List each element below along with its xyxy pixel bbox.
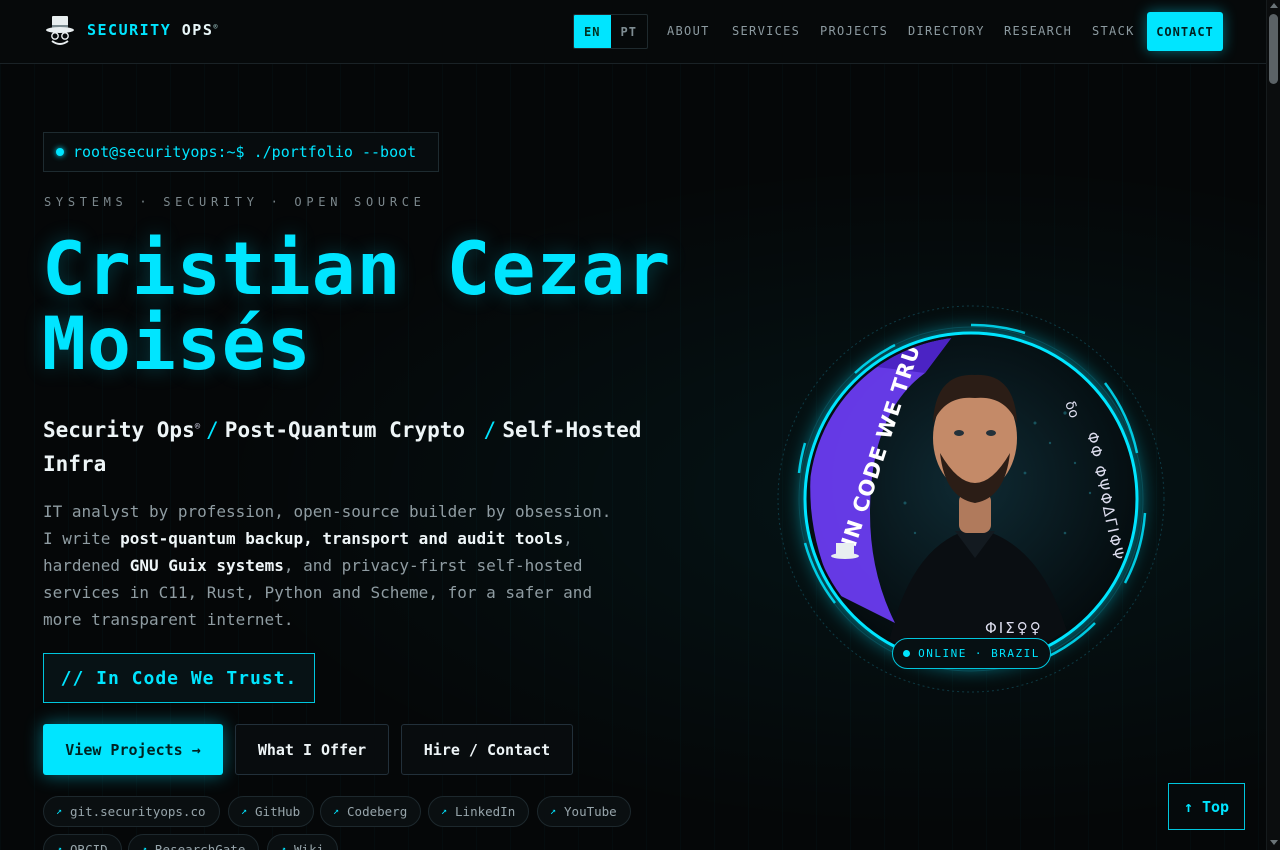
role-post-quantum: Post-Quantum Crypto <box>224 418 466 442</box>
nav-directory[interactable]: DIRECTORY <box>908 24 985 38</box>
external-link-icon: ↗ <box>141 844 148 850</box>
motto-box: // In Code We Trust. <box>43 653 315 703</box>
link-label: git.securityops.co <box>70 804 206 819</box>
external-link-icon: ↗ <box>441 806 448 817</box>
external-link-icon: ↗ <box>241 806 248 817</box>
brand-name[interactable]: SECURITY OPS® <box>87 21 219 39</box>
back-to-top-button[interactable]: ↑ Top <box>1168 783 1245 830</box>
name-line-2: Moisés <box>42 302 312 387</box>
status-dot-icon <box>56 148 64 156</box>
link-label: Codeberg <box>347 804 408 819</box>
brand-secondary: OPS <box>181 21 214 39</box>
brand-registered-mark: ® <box>213 23 220 31</box>
scroll-up-arrow-icon[interactable] <box>1270 3 1278 8</box>
language-switcher: EN PT <box>573 14 648 49</box>
link-label: LinkedIn <box>455 804 516 819</box>
bio-highlight: GNU Guix systems <box>129 556 284 575</box>
svg-text:ΦΙΣ♀♀: ΦΙΣ♀♀ <box>985 619 1043 637</box>
hero-kicker: SYSTEMS · SECURITY · OPEN SOURCE <box>44 195 426 209</box>
nav-projects[interactable]: PROJECTS <box>820 24 888 38</box>
nav-stack[interactable]: STACK <box>1092 24 1135 38</box>
external-link-icon: ↗ <box>280 844 287 850</box>
nav-about[interactable]: ABOUT <box>667 24 710 38</box>
external-link-icon: ↗ <box>550 806 557 817</box>
link-wiki[interactable]: ↗ Wiki <box>267 834 339 850</box>
link-researchgate[interactable]: ↗ ResearchGate <box>128 834 260 850</box>
link-codeberg[interactable]: ↗ Codeberg <box>320 796 422 827</box>
page-scrollbar[interactable] <box>1266 0 1280 850</box>
hire-contact-button[interactable]: Hire / Contact <box>401 724 573 775</box>
name-line-1: Cristian Cezar <box>42 227 672 312</box>
lang-pt-button[interactable]: PT <box>611 15 648 48</box>
link-label: GitHub <box>255 804 301 819</box>
nav-services[interactable]: SERVICES <box>732 24 800 38</box>
link-orcid[interactable]: ↗ ORCID <box>43 834 122 850</box>
role-registered-mark: ® <box>194 422 201 432</box>
online-status-badge: ONLINE · BRAZIL <box>892 638 1051 669</box>
link-linkedin[interactable]: ↗ LinkedIn <box>428 796 530 827</box>
nav-research[interactable]: RESEARCH <box>1004 24 1072 38</box>
link-git-securityops[interactable]: ↗ git.securityops.co <box>43 796 220 827</box>
bio-highlight: post-quantum backup, transport and audit… <box>120 529 564 548</box>
site-header: SECURITY OPS® EN PT ABOUT SERVICES PROJE… <box>0 0 1266 64</box>
link-youtube[interactable]: ↗ YouTube <box>537 796 631 827</box>
view-projects-button[interactable]: View Projects → <box>43 724 223 775</box>
scroll-down-arrow-icon[interactable] <box>1270 840 1278 845</box>
contact-button[interactable]: CONTACT <box>1147 12 1223 51</box>
external-link-icon: ↗ <box>56 844 63 850</box>
scrollbar-thumb[interactable] <box>1269 14 1278 84</box>
role-security-ops: Security Ops <box>43 418 195 442</box>
link-github[interactable]: ↗ GitHub <box>228 796 315 827</box>
hero-bio: IT analyst by profession, open-source bu… <box>43 498 618 633</box>
what-i-offer-button[interactable]: What I Offer <box>235 724 389 775</box>
hero-name: Cristian Cezar Moisés <box>42 232 762 382</box>
prompt-text: root@securityops:~$ ./portfolio --boot <box>73 143 417 161</box>
lang-en-button[interactable]: EN <box>574 15 611 48</box>
role-separator: / <box>483 418 497 442</box>
link-label: ORCID <box>70 842 108 850</box>
link-label: YouTube <box>564 804 617 819</box>
external-link-icon: ↗ <box>56 806 63 817</box>
status-text: ONLINE · BRAZIL <box>918 647 1040 660</box>
link-label: Wiki <box>294 842 325 850</box>
online-dot-icon <box>903 650 911 657</box>
hero-roles: Security Ops® / Post-Quantum Crypto / Self-… <box>43 410 683 481</box>
brand-primary: SECURITY <box>87 21 172 39</box>
external-link-icon: ↗ <box>333 806 340 817</box>
profile-avatar: IN CODE WE TRUST δο ΦΦ ΦΨΦΔΓΙΦΨ ΦΙΣ♀♀ <box>777 305 1165 693</box>
terminal-prompt: root@securityops:~$ ./portfolio --boot <box>43 132 439 172</box>
link-label: ResearchGate <box>155 842 246 850</box>
top-hat-logo-icon[interactable] <box>44 14 76 48</box>
role-separator: / <box>206 418 219 442</box>
